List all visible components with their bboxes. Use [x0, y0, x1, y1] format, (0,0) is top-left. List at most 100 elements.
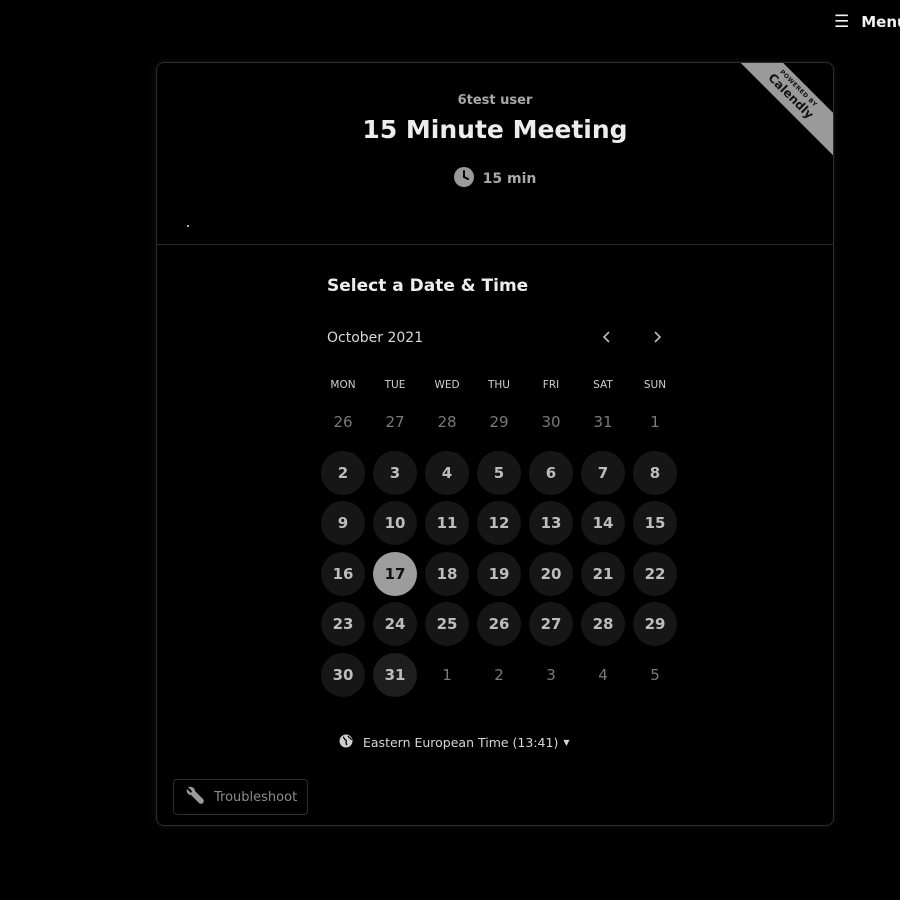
calendar-day: 3 — [525, 650, 577, 701]
day-number: 3 — [373, 450, 417, 495]
calendar-day[interactable]: 20 — [525, 549, 577, 600]
day-number: 12 — [477, 501, 521, 546]
day-number: 7 — [581, 450, 625, 495]
day-number: 13 — [529, 501, 573, 546]
calendar: MON TUE WED THU FRI SAT SUN 26 27 28 29 30 31 1 2 3 4 5 6… — [317, 373, 681, 700]
calendar-day-selected[interactable]: 17 — [369, 549, 421, 600]
troubleshoot-button[interactable]: Troubleshoot — [173, 779, 309, 815]
calendar-day: 31 — [577, 397, 629, 448]
day-number: 29 — [489, 413, 509, 432]
calendar-day: 1 — [629, 397, 681, 448]
calendar-day[interactable]: 19 — [473, 549, 525, 600]
calendar-day[interactable]: 24 — [369, 599, 421, 650]
calendar-day[interactable]: 16 — [317, 549, 369, 600]
day-number: 30 — [321, 652, 365, 697]
calendar-day[interactable]: 27 — [525, 599, 577, 650]
weekday-thu: THU — [488, 379, 510, 391]
hamburger-icon: ☰ — [834, 12, 850, 32]
day-number: 14 — [581, 501, 625, 546]
calendar-day[interactable]: 2 — [317, 448, 369, 499]
calendar-day[interactable]: 5 — [473, 448, 525, 499]
calendar-day: 26 — [317, 397, 369, 448]
calendar-day[interactable]: 18 — [421, 549, 473, 600]
calendar-day[interactable]: 23 — [317, 599, 369, 650]
day-number: 29 — [633, 602, 677, 647]
calendar-day: 4 — [577, 650, 629, 701]
day-number: 31 — [593, 413, 613, 432]
day-number: 17 — [373, 551, 417, 596]
calendar-day[interactable]: 4 — [421, 448, 473, 499]
calendar-day[interactable]: 9 — [317, 498, 369, 549]
weekday-tue: TUE — [384, 379, 406, 391]
day-number: 3 — [546, 665, 556, 684]
day-number: 22 — [633, 551, 677, 596]
calendar-day[interactable]: 31 — [369, 650, 421, 701]
weekday-wed: WED — [434, 379, 460, 391]
host-name: 6test user — [457, 93, 533, 108]
day-number: 27 — [529, 602, 573, 647]
chevron-right-icon — [654, 331, 662, 343]
day-number: 18 — [425, 551, 469, 596]
weekday-header: MON TUE WED THU FRI SAT SUN — [317, 373, 681, 397]
day-number: 2 — [494, 665, 504, 684]
calendar-day: 29 — [473, 397, 525, 448]
day-number: 21 — [581, 551, 625, 596]
calendar-day: 5 — [629, 650, 681, 701]
caret-down-icon: ▼ — [563, 738, 570, 747]
day-number: 31 — [373, 652, 417, 697]
day-number: 10 — [373, 501, 417, 546]
calendar-day: 2 — [473, 650, 525, 701]
calendar-day: 30 — [525, 397, 577, 448]
duration-label: 15 min — [482, 171, 537, 187]
calendar-day[interactable]: 29 — [629, 599, 681, 650]
calendar-day[interactable]: 11 — [421, 498, 473, 549]
calendar-day[interactable]: 26 — [473, 599, 525, 650]
weekday-fri: FRI — [542, 379, 560, 391]
day-number: 24 — [373, 602, 417, 647]
day-number: 5 — [650, 665, 660, 684]
day-number: 30 — [541, 413, 561, 432]
description-marker — [187, 225, 189, 227]
event-header: 6test user 15 Minute Meeting 15 min — [157, 63, 833, 245]
calendar-day[interactable]: 28 — [577, 599, 629, 650]
event-title: 15 Minute Meeting — [362, 115, 628, 144]
previous-month-button[interactable] — [595, 325, 619, 349]
calendar-day[interactable]: 6 — [525, 448, 577, 499]
next-month-button[interactable] — [645, 325, 669, 349]
day-number: 25 — [425, 602, 469, 647]
weekday-mon: MON — [330, 379, 356, 391]
menu-label: Menu — [861, 13, 900, 31]
calendar-day[interactable]: 8 — [629, 448, 681, 499]
day-number: 9 — [321, 501, 365, 546]
booking-card: POWERED BY Calendly 6test user 15 Minute… — [156, 62, 834, 826]
day-number: 4 — [598, 665, 608, 684]
chevron-left-icon — [602, 331, 610, 343]
day-number: 15 — [633, 501, 677, 546]
calendar-day[interactable]: 12 — [473, 498, 525, 549]
day-number: 8 — [633, 450, 677, 495]
current-month: October 2021 — [327, 330, 424, 346]
calendar-days: 26 27 28 29 30 31 1 2 3 4 5 6 7 8 9 10 11 12 13 14 15 16 17 18 1… — [317, 397, 681, 700]
day-number: 26 — [477, 602, 521, 647]
calendar-day[interactable]: 30 — [317, 650, 369, 701]
calendar-day[interactable]: 14 — [577, 498, 629, 549]
calendar-day[interactable]: 25 — [421, 599, 473, 650]
calendar-day[interactable]: 3 — [369, 448, 421, 499]
calendar-day[interactable]: 10 — [369, 498, 421, 549]
calendar-day[interactable]: 22 — [629, 549, 681, 600]
day-number: 28 — [437, 413, 457, 432]
troubleshoot-label: Troubleshoot — [214, 789, 298, 805]
globe-icon — [339, 734, 353, 751]
menu-button[interactable]: ☰ Menu — [834, 12, 900, 32]
day-number: 20 — [529, 551, 573, 596]
day-number: 19 — [477, 551, 521, 596]
weekday-sat: SAT — [593, 379, 613, 391]
day-number: 26 — [333, 413, 353, 432]
calendar-day[interactable]: 15 — [629, 498, 681, 549]
timezone-selector[interactable]: Eastern European Time (13:41) ▼ — [339, 734, 570, 751]
calendar-day: 28 — [421, 397, 473, 448]
day-number: 4 — [425, 450, 469, 495]
calendar-day[interactable]: 21 — [577, 549, 629, 600]
calendar-day[interactable]: 7 — [577, 448, 629, 499]
calendar-day[interactable]: 13 — [525, 498, 577, 549]
